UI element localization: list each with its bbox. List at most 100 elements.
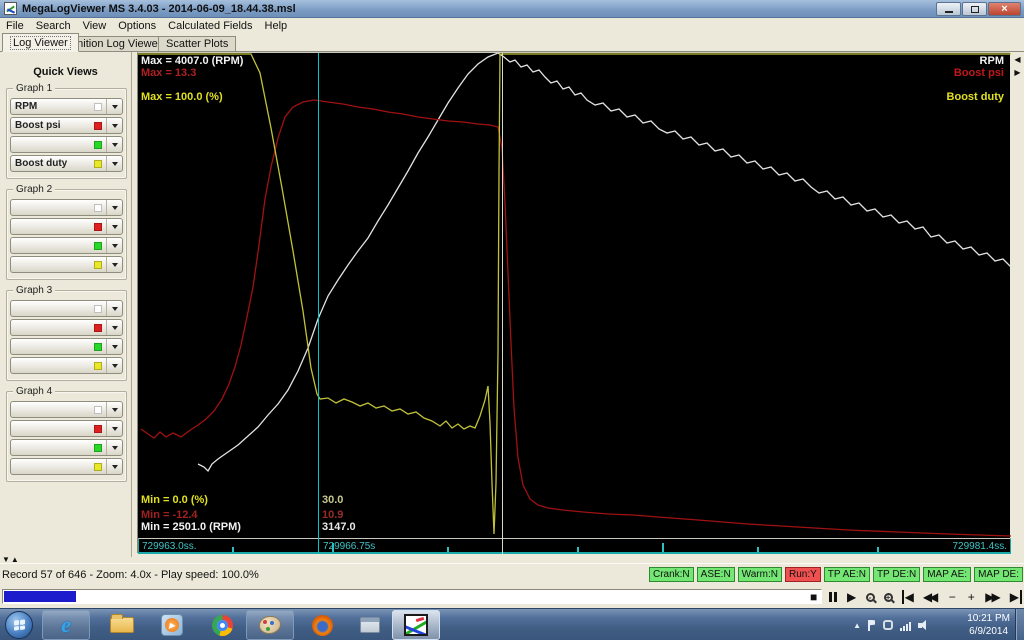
menu-view[interactable]: View — [77, 20, 113, 32]
quick-views-title: Quick Views — [33, 66, 98, 78]
trace-boost-duty — [138, 53, 1011, 535]
title-bar[interactable]: MegaLogViewer MS 3.4.03 - 2014-06-09_18.… — [0, 0, 1024, 18]
dropdown-arrow-icon[interactable] — [106, 219, 122, 234]
log-chart[interactable]: 729963.0ss. 729966.75s 729981.4ss. Max =… — [137, 52, 1011, 554]
stop-button[interactable]: ■ — [809, 590, 819, 604]
taskbar-clock[interactable]: 10:21 PM 6/9/2014 — [967, 612, 1010, 638]
zoom-out-button[interactable]: - — [865, 592, 875, 602]
timeline-end-label: 729981.4ss. — [952, 541, 1008, 552]
dropdown-arrow-icon[interactable] — [106, 118, 122, 133]
cursor-line — [318, 53, 319, 554]
dropdown-arrow-icon[interactable] — [106, 320, 122, 335]
dropdown-arrow-icon[interactable] — [106, 402, 122, 417]
series-select-g2-2[interactable] — [10, 218, 123, 235]
dropdown-arrow-icon[interactable] — [106, 301, 122, 316]
series-color-chip — [94, 424, 102, 433]
series-select-g2-3[interactable] — [10, 237, 123, 254]
groupbox-label: Graph 1 — [13, 83, 56, 94]
series-select-g3-3[interactable] — [10, 338, 123, 355]
strip-right-arrow-icon[interactable]: ▶ — [1012, 66, 1023, 78]
close-button[interactable]: × — [988, 2, 1021, 16]
series-select-g2-1[interactable] — [10, 199, 123, 216]
series-color-chip — [94, 140, 102, 149]
engine-state-indicators: Crank:N ASE:N Warm:N Run:Y TP AE:N TP DE:N MAP… — [648, 567, 1023, 582]
zoom-in-button[interactable]: + — [883, 592, 893, 602]
maximize-button[interactable] — [962, 2, 987, 16]
series-select-g4-4[interactable] — [10, 458, 123, 475]
taskbar-internet-explorer[interactable]: e — [42, 610, 90, 640]
volume-icon[interactable] — [918, 619, 930, 631]
dropdown-arrow-icon[interactable] — [106, 156, 122, 171]
taskbar-windows-explorer[interactable] — [98, 610, 146, 640]
tab-log-viewer[interactable]: Log Viewer — [2, 33, 79, 52]
dropdown-arrow-icon[interactable] — [106, 421, 122, 436]
dropdown-arrow-icon[interactable] — [106, 137, 122, 152]
playback-progress-bar[interactable] — [2, 589, 822, 604]
pause-button[interactable] — [828, 592, 838, 602]
taskbar-firefox[interactable] — [298, 610, 346, 640]
series-select-g1-1[interactable]: RPM — [10, 98, 123, 115]
forward-button[interactable]: ▶▶ — [985, 590, 1001, 604]
series-color-chip — [94, 361, 102, 370]
window-title: MegaLogViewer MS 3.4.03 - 2014-06-09_18.… — [22, 2, 296, 15]
minimize-button[interactable] — [936, 2, 961, 16]
menu-options[interactable]: Options — [112, 20, 162, 32]
dropdown-arrow-icon[interactable] — [106, 358, 122, 373]
dropdown-arrow-icon[interactable] — [106, 459, 122, 474]
series-select-g1-2[interactable]: Boost psi — [10, 117, 123, 134]
series-select-g1-3[interactable] — [10, 136, 123, 153]
indicator-run-y: Run:Y — [784, 567, 821, 582]
dropdown-arrow-icon[interactable] — [106, 257, 122, 272]
series-color-chip — [94, 462, 102, 471]
app-icon — [4, 2, 17, 15]
dropdown-arrow-icon[interactable] — [106, 339, 122, 354]
menu-search[interactable]: Search — [30, 20, 77, 32]
play-button[interactable]: ▶ — [847, 590, 857, 604]
menu-calculated-fields[interactable]: Calculated Fields — [162, 20, 258, 32]
taskbar-remote-app[interactable] — [346, 610, 394, 640]
paint-icon — [259, 616, 281, 634]
series-select-g3-4[interactable] — [10, 357, 123, 374]
series-select-g1-4[interactable]: Boost duty — [10, 155, 123, 172]
transport-row: ■ ▶ - + ◀ ◀◀ − + ▶▶ ▶ — [0, 585, 1024, 608]
series-color-chip — [94, 443, 102, 452]
skip-start-button[interactable]: ◀ — [901, 590, 914, 604]
rewind-button[interactable]: ◀◀ — [923, 590, 939, 604]
series-color-chip — [94, 121, 102, 130]
strip-left-arrow-icon[interactable]: ◀ — [1012, 53, 1023, 65]
indicator-tp-ae-n: TP AE:N — [823, 567, 870, 582]
show-desktop-button[interactable] — [1015, 609, 1024, 640]
action-center-flag-icon[interactable] — [868, 619, 876, 631]
taskbar-media-player[interactable]: ▶ — [148, 610, 196, 640]
dropdown-arrow-icon[interactable] — [106, 238, 122, 253]
hidden-icons-arrow-icon[interactable]: ▲ — [853, 621, 861, 630]
dropdown-arrow-icon[interactable] — [106, 200, 122, 215]
groupbox-graph-2: Graph 2 — [6, 184, 127, 280]
series-select-g4-3[interactable] — [10, 439, 123, 456]
taskbar-megalogviewer[interactable] — [392, 610, 440, 640]
clock-time: 10:21 PM — [967, 613, 1010, 624]
series-select-g4-1[interactable] — [10, 401, 123, 418]
menu-file[interactable]: File — [0, 20, 30, 32]
network-signal-icon[interactable] — [900, 620, 911, 631]
series-select-g2-4[interactable] — [10, 256, 123, 273]
indicator-ase-n: ASE:N — [696, 567, 735, 582]
tab-scatter-plots[interactable]: Scatter Plots — [158, 36, 237, 52]
skip-end-button[interactable]: ▶ — [1010, 590, 1022, 604]
series-select-g3-1[interactable] — [10, 300, 123, 317]
series-color-chip — [94, 342, 102, 351]
dropdown-arrow-icon[interactable] — [106, 99, 122, 114]
slower-button[interactable]: − — [947, 590, 957, 604]
start-button[interactable] — [5, 611, 33, 639]
power-tray-icon[interactable] — [883, 620, 893, 630]
series-select-g3-2[interactable] — [10, 319, 123, 336]
taskbar-chrome[interactable] — [198, 610, 246, 640]
menu-help[interactable]: Help — [259, 20, 294, 32]
timeline-strip[interactable]: 729963.0ss. 729966.75s 729981.4ss. — [138, 538, 1011, 554]
dropdown-arrow-icon[interactable] — [106, 440, 122, 455]
clock-date: 6/9/2014 — [969, 626, 1009, 637]
firefox-icon — [311, 614, 333, 636]
series-select-g4-2[interactable] — [10, 420, 123, 437]
faster-button[interactable]: + — [966, 590, 976, 604]
taskbar-paint[interactable] — [246, 610, 294, 640]
